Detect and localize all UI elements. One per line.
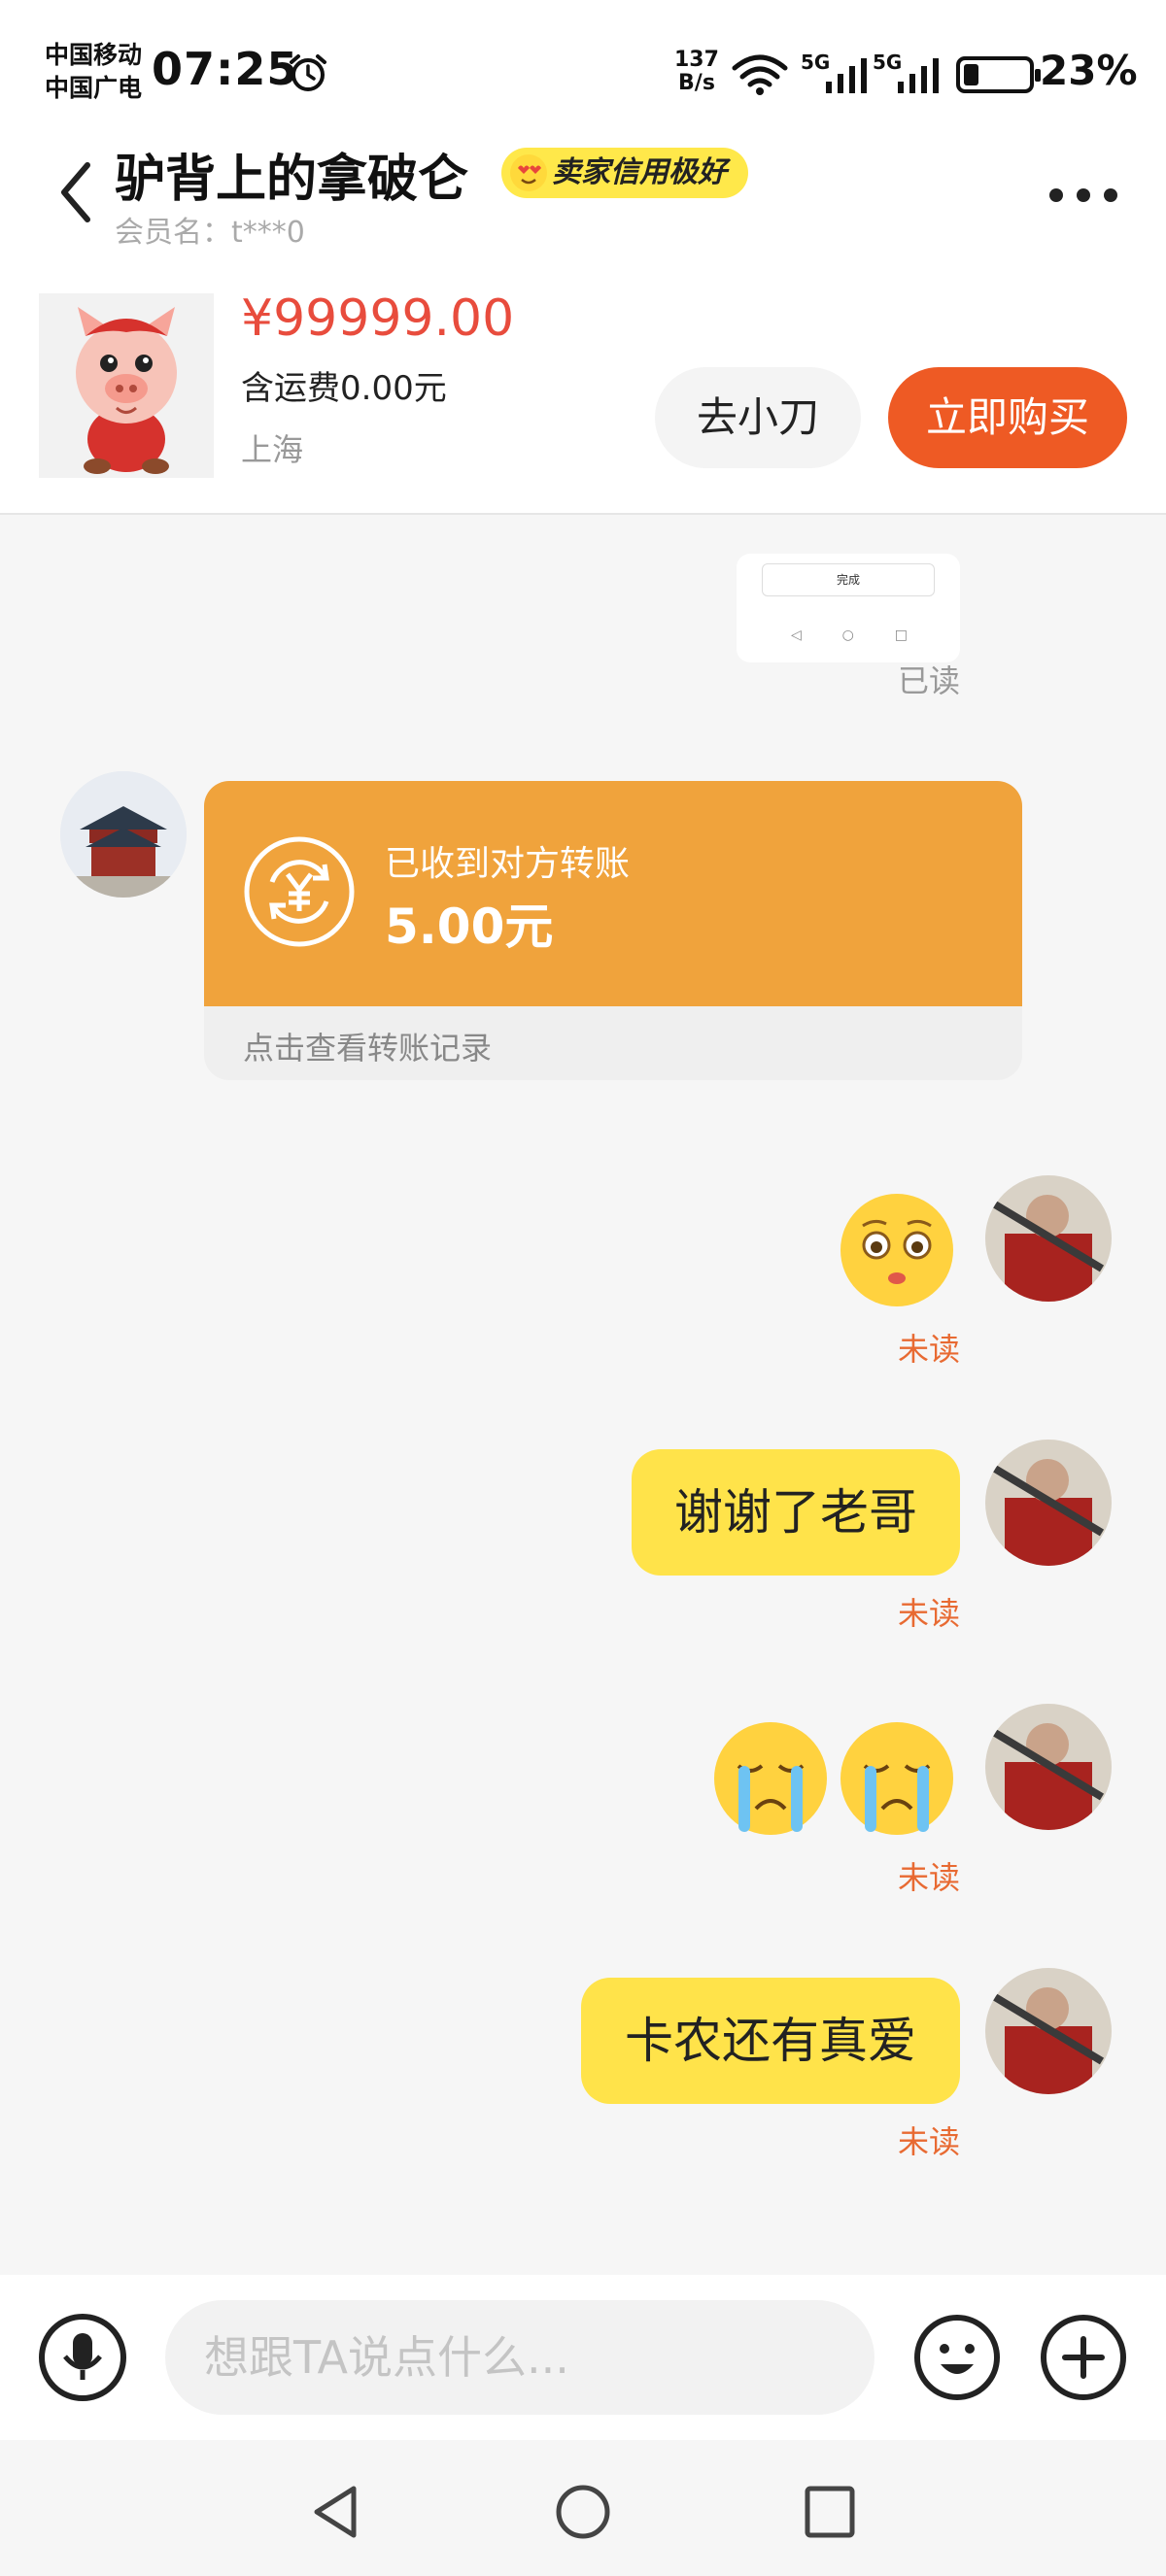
back-arrow-icon[interactable] <box>52 153 101 231</box>
chat-header: 驴背上的拿破仑 卖家信用极好 会员名：t***0 <box>0 136 1166 262</box>
buy-now-button[interactable]: 立即购买 <box>888 367 1127 468</box>
message-bubble[interactable]: 卡农还有真爱 <box>581 1978 960 2104</box>
building-photo-icon <box>60 771 187 898</box>
transfer-card[interactable]: 已收到对方转账 5.00元 点击查看转账记录 <box>204 781 1022 1080</box>
nav-home-icon[interactable] <box>554 2483 612 2541</box>
unread-status: 未读 <box>898 1859 961 1896</box>
clock: 07:25 <box>152 43 299 95</box>
bargain-button[interactable]: 去小刀 <box>655 367 861 468</box>
crying-face-emoji-icon <box>714 1722 827 1835</box>
product-price: ¥99999.00 <box>241 289 515 348</box>
message-bubble[interactable]: 谢谢了老哥 <box>632 1449 960 1576</box>
wifi-icon <box>732 54 788 95</box>
net-speed: 137 B/s <box>674 49 719 95</box>
heart-eyes-icon <box>510 154 547 191</box>
user-photo-icon <box>985 1440 1112 1566</box>
microphone-icon[interactable] <box>39 2314 126 2401</box>
credit-badge-label: 卖家信用极好 <box>552 155 727 189</box>
status-bar: 中国移动 中国广电 07:25 137 B/s 5G 5G 23% <box>0 0 1166 136</box>
signal-2: 5G <box>873 51 950 95</box>
pig-mascot-icon <box>76 307 177 474</box>
nav-back-icon[interactable] <box>309 2483 363 2541</box>
system-nav-bar <box>0 2440 1166 2576</box>
carrier-2: 中国广电 <box>45 74 143 102</box>
flushed-face-emoji-icon <box>840 1194 953 1306</box>
add-attachment-icon[interactable] <box>1040 2314 1127 2401</box>
battery-fill <box>964 64 978 85</box>
net-speed-unit: B/s <box>678 71 715 95</box>
transfer-card-top: 已收到对方转账 5.00元 <box>204 781 1022 1006</box>
chat-messages: 完成 ◁ ○ □ 已读 已收到对方转账 5.00元 点击查看转账记录 未读 谢谢… <box>0 517 1166 2275</box>
user-photo-icon <box>985 1175 1112 1302</box>
message-input[interactable]: 想跟TA说点什么... <box>165 2300 874 2415</box>
my-avatar[interactable] <box>985 1968 1112 2094</box>
carrier-1: 中国移动 <box>45 41 143 69</box>
crying-face-emoji-icon <box>840 1722 953 1835</box>
transfer-amount: 5.00元 <box>385 898 554 955</box>
my-avatar[interactable] <box>985 1440 1112 1566</box>
screenshot-done-label: 完成 <box>762 563 935 596</box>
read-status: 已读 <box>898 662 961 699</box>
screenshot-nav-icons: ◁ ○ □ <box>791 627 908 643</box>
signal-bars-icon <box>826 58 867 93</box>
product-thumbnail[interactable] <box>39 293 214 478</box>
product-bar: ¥99999.00 含运费0.00元 上海 去小刀 立即购买 <box>0 262 1166 515</box>
battery-percent: 23% <box>1040 47 1138 94</box>
microphone-glyph-icon <box>63 2333 102 2380</box>
transfer-record-link[interactable]: 点击查看转账记录 <box>243 1024 492 1068</box>
alarm-icon <box>290 54 326 91</box>
signal-1: 5G <box>801 51 878 95</box>
seller-name: 驴背上的拿破仑 <box>115 151 469 209</box>
carrier-names: 中国移动 中国广电 <box>45 39 142 105</box>
signal-bars-icon <box>898 58 939 93</box>
unread-status: 未读 <box>898 1595 961 1632</box>
member-id: 会员名：t***0 <box>115 216 305 250</box>
unread-status: 未读 <box>898 2123 961 2160</box>
product-location: 上海 <box>241 431 304 468</box>
seller-avatar[interactable] <box>60 771 187 898</box>
credit-badge: 卖家信用极好 <box>501 148 748 198</box>
net-speed-value: 137 <box>674 48 719 72</box>
user-photo-icon <box>985 1704 1112 1830</box>
nav-recents-icon[interactable] <box>803 2483 857 2541</box>
emoji-picker-icon[interactable] <box>913 2314 1001 2401</box>
unread-status: 未读 <box>898 1331 961 1368</box>
battery-icon <box>956 56 1041 93</box>
my-avatar[interactable] <box>985 1704 1112 1830</box>
more-options-icon[interactable] <box>1049 185 1119 204</box>
my-avatar[interactable] <box>985 1175 1112 1302</box>
image-message-thumbnail[interactable]: 完成 ◁ ○ □ <box>737 554 960 662</box>
transfer-title: 已收到对方转账 <box>385 844 631 884</box>
user-photo-icon <box>985 1968 1112 2094</box>
yuan-transfer-icon <box>244 836 355 947</box>
input-bar: 想跟TA说点什么... <box>0 2275 1166 2440</box>
shipping-fee: 含运费0.00元 <box>241 369 447 408</box>
